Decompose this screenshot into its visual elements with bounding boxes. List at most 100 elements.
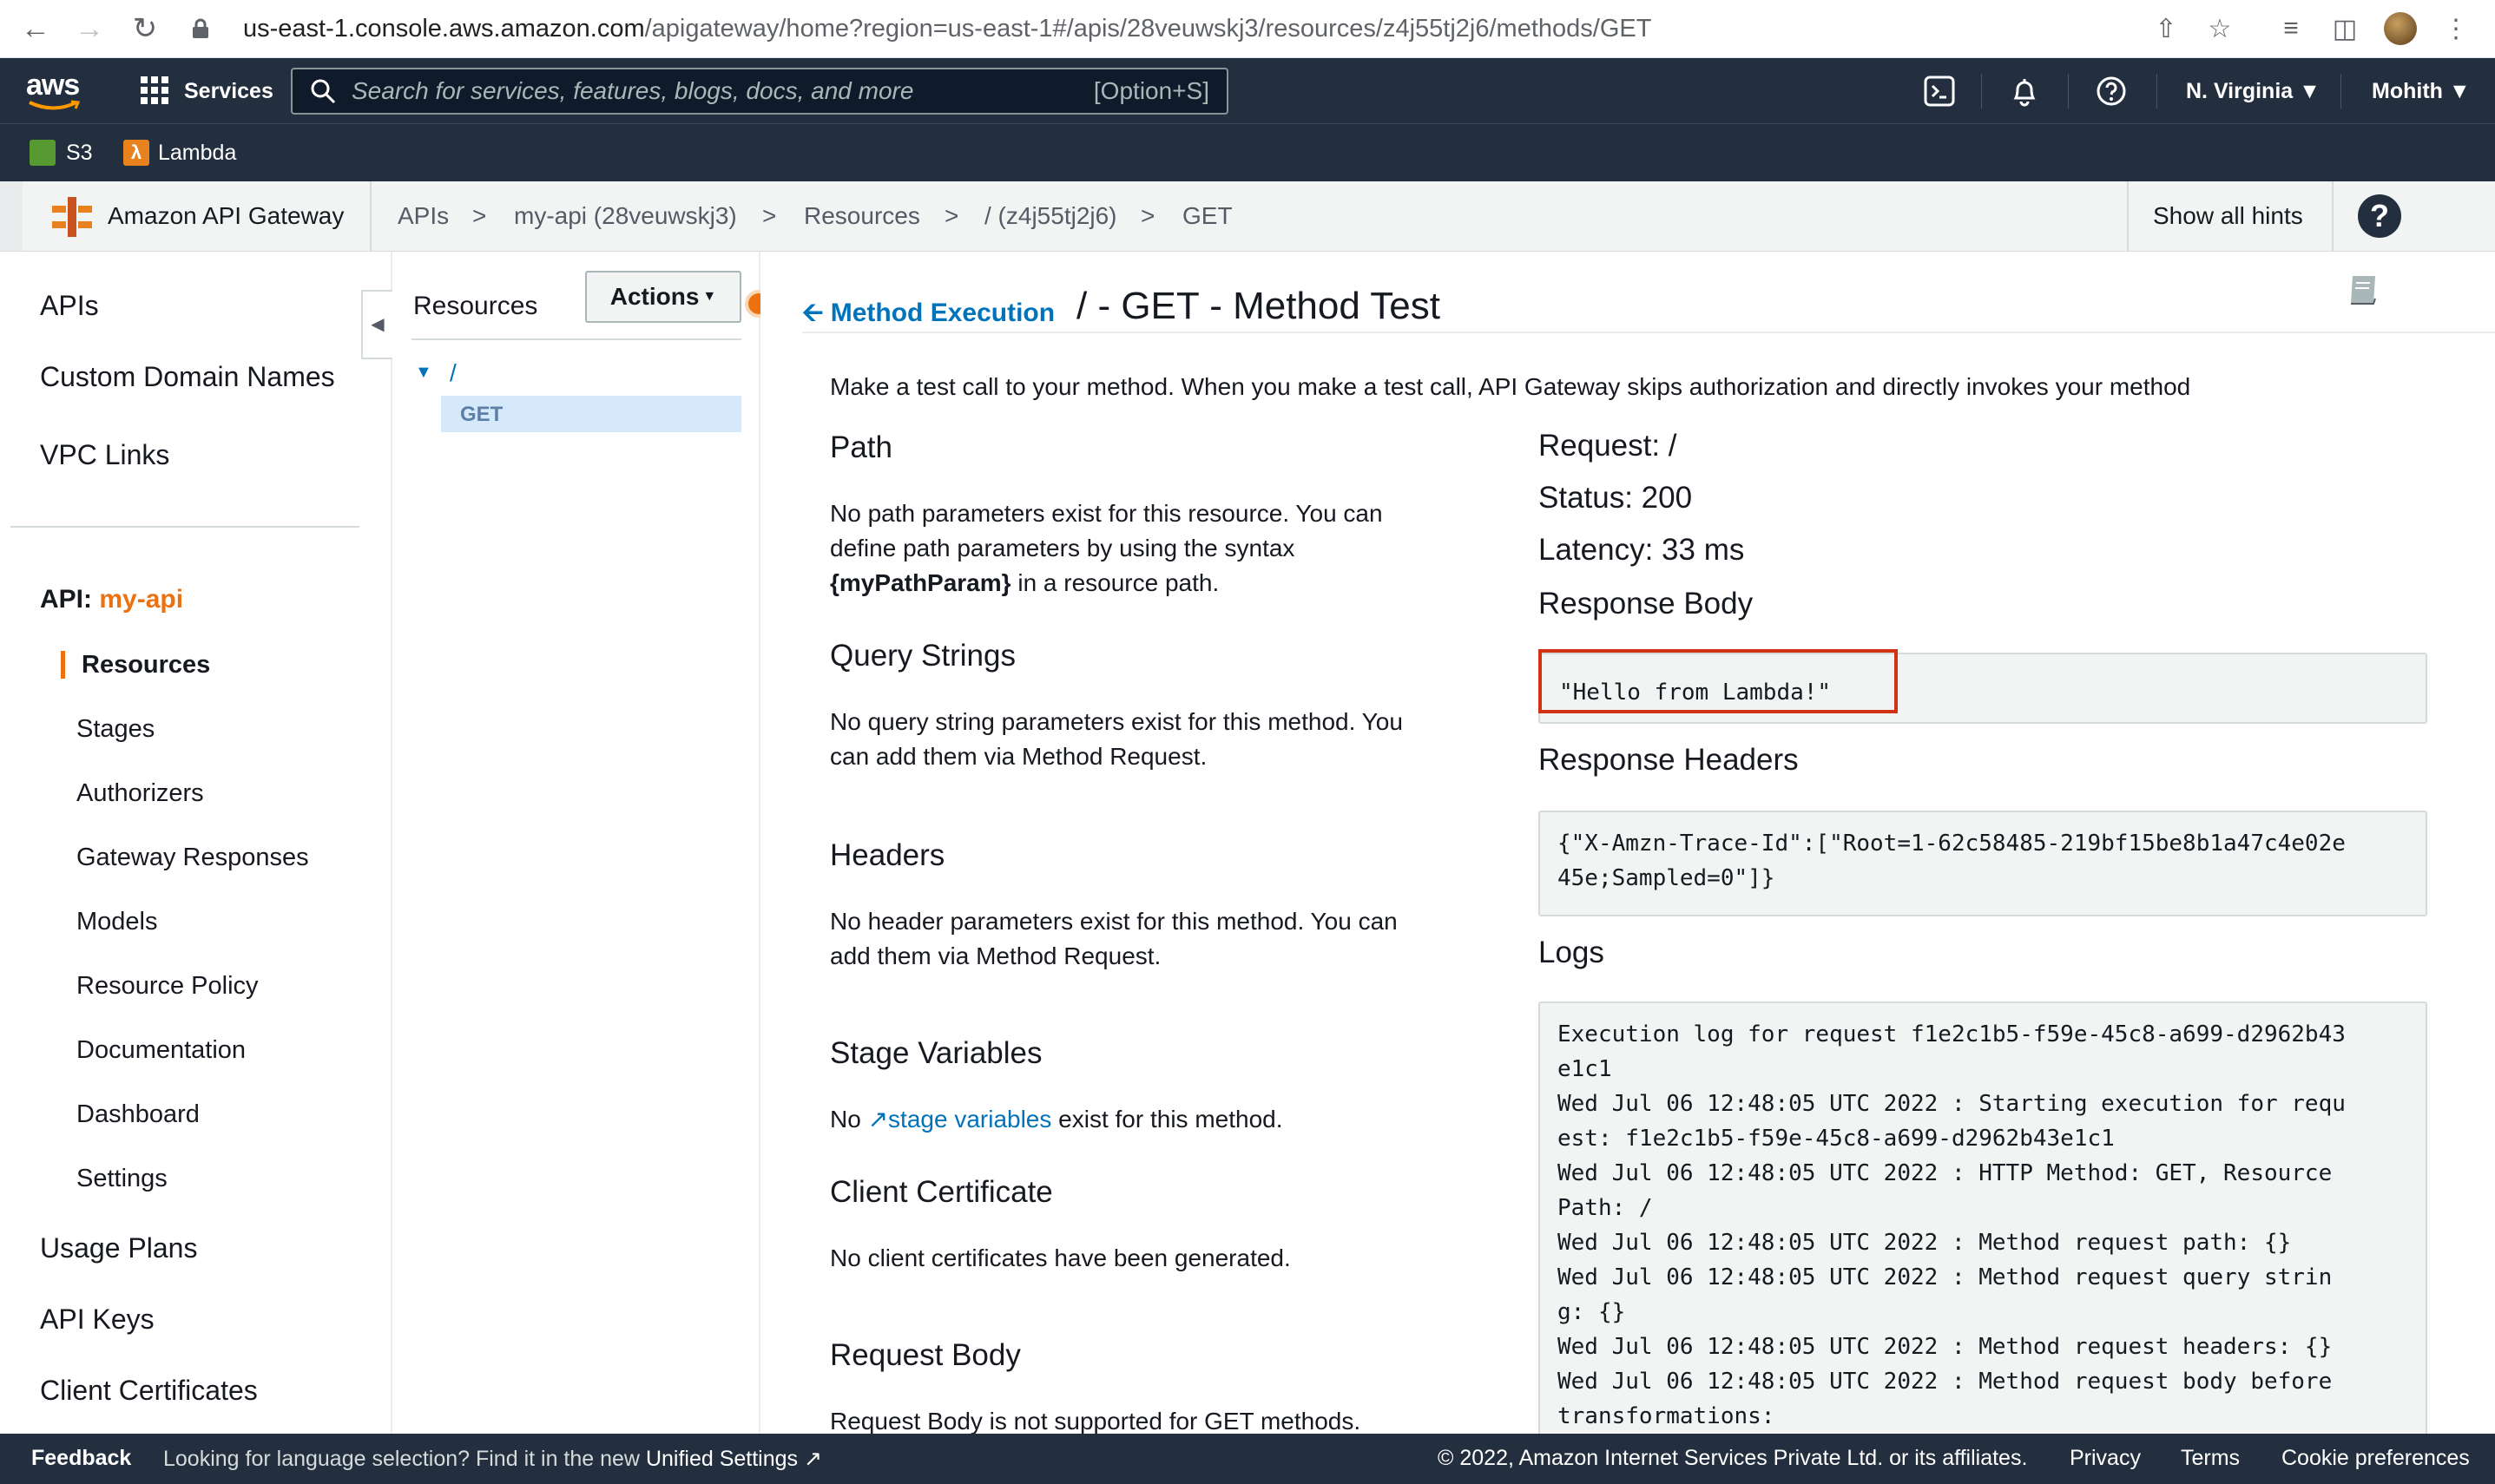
response-headers-box: {"X-Amzn-Trace-Id":["Root=1-62c58485-219…	[1538, 811, 2427, 916]
headers-text: No header parameters exist for this meth…	[830, 908, 1398, 969]
nav-documentation[interactable]: Documentation	[76, 1036, 246, 1065]
nav-usage-plans[interactable]: Usage Plans	[40, 1232, 197, 1264]
profile-avatar[interactable]	[2382, 10, 2419, 47]
external-link-icon: ↗	[867, 1106, 889, 1133]
breadcrumb-separator: >	[472, 202, 487, 229]
bookmark-star-icon[interactable]: ☆	[2202, 10, 2238, 47]
nav-resources[interactable]: Resources	[82, 651, 210, 680]
nav-models[interactable]: Models	[76, 908, 158, 936]
url-host: us-east-1.console.aws.amazon.com	[243, 14, 645, 43]
latency-label: Latency: 33 ms	[1538, 533, 1745, 567]
docs-book-icon[interactable]	[2344, 271, 2382, 313]
nav-stages[interactable]: Stages	[76, 715, 155, 744]
nav-gateway-responses[interactable]: Gateway Responses	[76, 844, 309, 872]
sidebar-toggle-strip[interactable]	[0, 181, 23, 251]
back-link-label: Method Execution	[830, 299, 1056, 327]
browser-menu-icon[interactable]: ⋮	[2438, 10, 2474, 47]
reading-list-icon[interactable]: ≡	[2273, 10, 2309, 47]
services-grid-icon[interactable]	[141, 76, 168, 108]
reload-icon[interactable]: ↻	[123, 7, 167, 50]
favorite-s3[interactable]: S3	[66, 141, 93, 166]
nav-divider	[10, 526, 359, 528]
feedback-link[interactable]: Feedback	[31, 1446, 131, 1471]
breadcrumb-resources[interactable]: Resources	[804, 202, 920, 230]
main-content: 🡨 Method Execution / - GET - Method Test…	[760, 252, 2495, 1435]
cookie-preferences-link[interactable]: Cookie preferences	[2281, 1446, 2470, 1471]
privacy-link[interactable]: Privacy	[2070, 1446, 2141, 1471]
active-indicator	[61, 651, 65, 679]
s3-icon	[30, 140, 56, 166]
divider	[2127, 181, 2129, 251]
copyright: © 2022, Amazon Internet Services Private…	[1438, 1446, 2028, 1470]
chevron-down-icon: ▼	[2299, 79, 2321, 103]
breadcrumb-api[interactable]: my-api (28veuwskj3)	[514, 202, 737, 230]
show-hints-button[interactable]: Show all hints	[2153, 202, 2303, 230]
breadcrumb-separator: >	[762, 202, 777, 229]
region-selector[interactable]: N. Virginia ▼	[2186, 79, 2321, 104]
headers-heading: Headers	[830, 838, 945, 872]
breadcrumb-resource[interactable]: / (z4j55tj2j6)	[984, 202, 1117, 230]
actions-button[interactable]: Actions ▼	[585, 271, 741, 323]
help-icon[interactable]	[2096, 76, 2127, 111]
region-label: N. Virginia	[2186, 79, 2294, 103]
url-path: /apigateway/home?region=us-east-1#/apis/…	[644, 14, 1652, 43]
breadcrumb-separator: >	[945, 202, 959, 229]
tree-expand-icon[interactable]: ▼	[415, 363, 432, 383]
user-label: Mohith	[2372, 79, 2443, 103]
path-text-2: in a resource path.	[1017, 569, 1220, 596]
address-bar[interactable]: us-east-1.console.aws.amazon.com/apigate…	[174, 5, 2214, 52]
path-heading: Path	[830, 430, 892, 464]
terms-link[interactable]: Terms	[2181, 1446, 2240, 1471]
search-input[interactable]: Search for services, features, blogs, do…	[291, 68, 1228, 115]
cloudshell-icon[interactable]	[1924, 76, 1955, 111]
resources-title: Resources	[413, 292, 538, 320]
external-link-icon: ↗	[804, 1447, 822, 1471]
account-menu[interactable]: Mohith ▼	[2372, 79, 2471, 104]
nav-settings[interactable]: Settings	[76, 1165, 168, 1193]
unified-settings-link[interactable]: Unified Settings	[646, 1447, 798, 1471]
breadcrumb-method[interactable]: GET	[1182, 202, 1233, 230]
nav-dashboard[interactable]: Dashboard	[76, 1100, 200, 1129]
api-context-label: API: my-api	[40, 585, 183, 614]
path-text-1: No path parameters exist for this resour…	[830, 500, 1383, 561]
language-notice: Looking for language selection? Find it …	[163, 1446, 822, 1472]
breadcrumb-separator: >	[1141, 202, 1155, 229]
path-text: No path parameters exist for this resour…	[830, 496, 1420, 601]
aws-logo[interactable]: aws	[26, 69, 80, 102]
chevron-down-icon: ▼	[2448, 79, 2471, 103]
nav-client-certificates[interactable]: Client Certificates	[40, 1375, 258, 1407]
request-label: Request: /	[1538, 429, 1677, 463]
aws-smile-icon	[29, 100, 80, 110]
service-header: Amazon API Gateway APIs > my-api (28veuw…	[0, 181, 2495, 252]
notifications-bell-icon[interactable]	[2009, 76, 2040, 111]
actions-label: Actions	[609, 283, 700, 310]
query-text: No query string parameters exist for thi…	[830, 708, 1403, 770]
caret-down-icon: ▼	[702, 289, 717, 304]
back-arrow-icon[interactable]: ←	[14, 7, 57, 50]
logs-box[interactable]: Execution log for request f1e2c1b5-f59e-…	[1538, 1001, 2427, 1435]
language-text: Looking for language selection? Find it …	[163, 1447, 640, 1471]
nav-api-keys[interactable]: API Keys	[40, 1303, 155, 1336]
panel-divider	[411, 338, 741, 340]
nav-resource-policy[interactable]: Resource Policy	[76, 972, 259, 1001]
tree-method-selected[interactable]: GET	[441, 396, 741, 432]
forward-arrow-icon[interactable]: →	[68, 7, 111, 50]
service-name[interactable]: Amazon API Gateway	[108, 202, 344, 230]
nav-apis[interactable]: APIs	[40, 290, 99, 322]
tree-root[interactable]: /	[450, 359, 457, 387]
body-heading: Request Body	[830, 1338, 1021, 1372]
nav-authorizers[interactable]: Authorizers	[76, 779, 204, 808]
side-panel-icon[interactable]: ◫	[2327, 10, 2363, 47]
nav-custom-domain-names[interactable]: Custom Domain Names	[40, 361, 335, 393]
share-icon[interactable]: ⇧	[2148, 10, 2184, 47]
page-title: / - GET - Method Test	[1076, 285, 1440, 327]
status-label: Status: 200	[1538, 481, 1693, 515]
stage-variables-link[interactable]: stage variables	[888, 1106, 1051, 1133]
collapse-panel-icon[interactable]: ◀	[361, 290, 392, 359]
help-circle-icon[interactable]: ?	[2358, 194, 2401, 238]
api-name-link[interactable]: my-api	[99, 585, 183, 614]
favorite-lambda[interactable]: Lambda	[158, 141, 236, 166]
services-menu[interactable]: Services	[184, 79, 273, 104]
breadcrumb-apis[interactable]: APIs	[398, 202, 449, 230]
nav-vpc-links[interactable]: VPC Links	[40, 439, 169, 471]
